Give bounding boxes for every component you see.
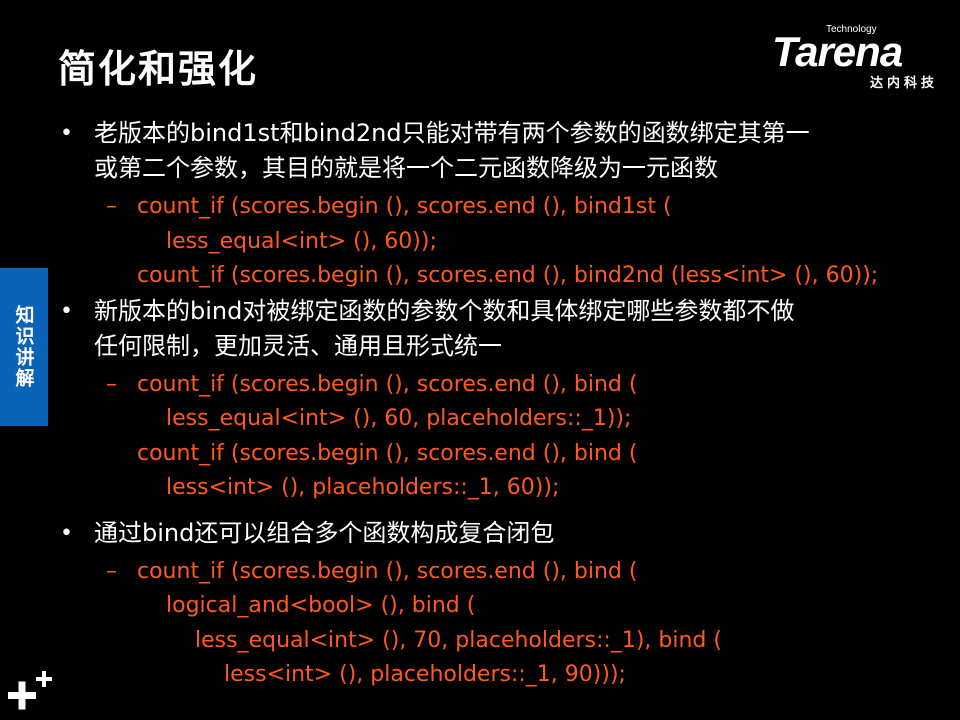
slide-content: • 老版本的bind1st和bind2nd只能对带有两个参数的函数绑定其第一 或… [56,116,946,693]
tarena-logo: Technology Tarena 达内科技 [772,22,942,92]
code-line: less<int> (), placeholders::_1, 60)); [166,475,560,500]
code-block: – count_if (scores.begin (), scores.end … [56,368,946,506]
code-line: count_if (scores.begin (), scores.end ()… [137,194,672,219]
dash-marker: – [106,371,117,397]
bullet-dot: • [60,298,73,324]
bullet-item: • 老版本的bind1st和bind2nd只能对带有两个参数的函数绑定其第一 或… [56,116,946,186]
bullet-text: 任何限制，更加灵活、通用且形式统一 [94,331,502,360]
code-line: count_if (scores.begin (), scores.end ()… [137,558,638,584]
bullet-text: 或第二个参数，其目的就是将一个二元函数降级为一元函数 [94,154,718,182]
code-line: count_if (scores.begin (), scores.end ()… [137,263,879,288]
code-line: less_equal<int> (), 60, placeholders::_1… [166,406,632,431]
code-line: count_if (scores.begin (), scores.end ()… [137,371,638,397]
code-block: – count_if (scores.begin (), scores.end … [56,555,946,693]
code-line: less_equal<int> (), 60)); [166,228,437,254]
bullet-text: 新版本的bind对被绑定函数的参数个数和具体绑定哪些参数都不做 [94,296,795,325]
side-tab-label: 知识讲解 [12,305,35,389]
plus-icon [8,671,52,710]
logo-brand: Tarena [772,28,903,75]
bullet-item: • 通过bind还可以组合多个函数构成复合闭包 [56,516,946,551]
code-block: – count_if (scores.begin (), scores.end … [56,190,946,294]
bullet-text: 老版本的bind1st和bind2nd只能对带有两个参数的函数绑定其第一 [94,119,810,147]
dash-marker: – [106,558,117,584]
bullet-item: • 新版本的bind对被绑定函数的参数个数和具体绑定哪些参数都不做 任何限制，更… [56,294,946,364]
code-line: less<int> (), placeholders::_1, 90))); [224,662,626,687]
logo-cn: 达内科技 [869,76,938,91]
code-line: logical_and<bool> (), bind ( [166,593,476,618]
side-tab-knowledge[interactable]: 知识讲解 [0,268,48,426]
code-line: count_if (scores.begin (), scores.end ()… [137,440,638,466]
bullet-dot: • [60,121,73,146]
dash-marker: – [106,194,117,219]
bullet-text: 通过bind还可以组合多个函数构成复合闭包 [94,518,555,547]
slide-title: 简化和强化 [58,47,259,91]
bullet-dot: • [60,520,73,546]
code-line: less_equal<int> (), 70, placeholders::_1… [195,627,722,653]
